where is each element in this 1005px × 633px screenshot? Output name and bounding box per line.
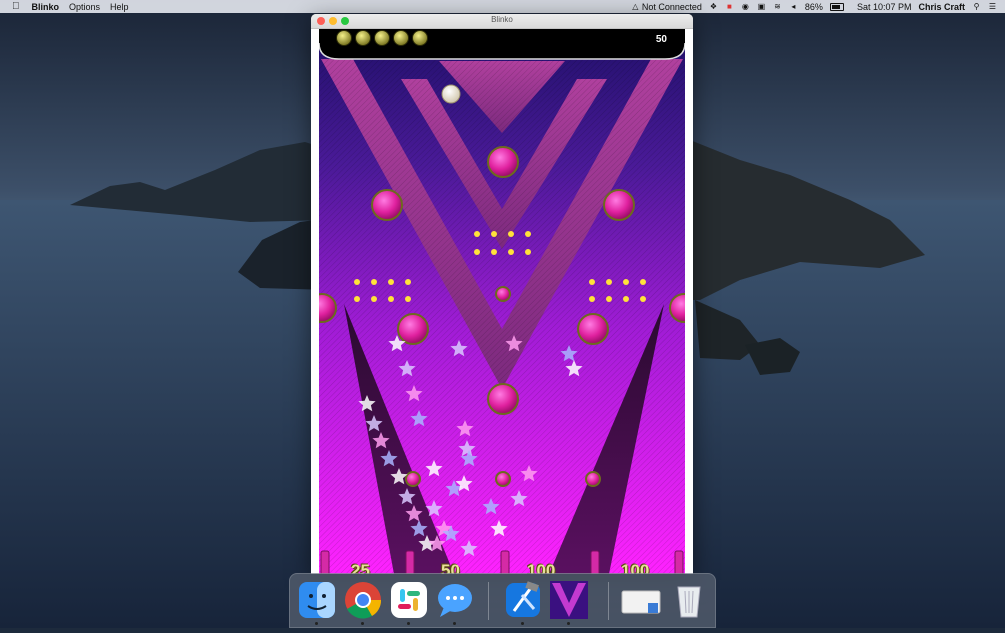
dock bbox=[289, 573, 716, 628]
life-ball-icon bbox=[355, 30, 371, 46]
life-ball-icon bbox=[336, 30, 352, 46]
peg bbox=[495, 471, 511, 487]
trash-icon[interactable] bbox=[668, 579, 710, 621]
menu-bar:  Blinko Options Help △ Not Connected ❖ … bbox=[0, 0, 1005, 13]
ball bbox=[441, 84, 461, 104]
menu-help[interactable]: Help bbox=[110, 2, 129, 12]
shield-icon[interactable]: ◉ bbox=[741, 2, 750, 11]
clock[interactable]: Sat 10:07 PM bbox=[857, 2, 912, 12]
control-center-icon[interactable]: ☰ bbox=[988, 2, 997, 11]
battery-icon[interactable] bbox=[829, 2, 844, 11]
title-bar[interactable]: Blinko bbox=[311, 14, 693, 29]
network-status[interactable]: Not Connected bbox=[642, 2, 702, 12]
volume-icon[interactable]: ◂ bbox=[789, 2, 798, 11]
peg bbox=[577, 313, 609, 345]
blinko-icon[interactable] bbox=[548, 579, 590, 625]
score-display: 50 bbox=[655, 34, 667, 45]
peg bbox=[487, 146, 519, 178]
blinko-window: Blinko 50 25 50 100 100 bbox=[311, 14, 693, 574]
hud-bar bbox=[319, 29, 685, 59]
document-icon[interactable] bbox=[620, 579, 662, 621]
life-ball-icon bbox=[412, 30, 428, 46]
dock-separator bbox=[488, 582, 489, 620]
wifi-icon[interactable]: ≋ bbox=[773, 2, 782, 11]
slack-icon[interactable] bbox=[388, 579, 430, 625]
game-board[interactable]: 50 25 50 100 100 bbox=[319, 29, 685, 574]
search-icon[interactable]: ⚲ bbox=[972, 2, 981, 11]
life-ball-icon bbox=[393, 30, 409, 46]
xcode-icon[interactable] bbox=[502, 579, 544, 625]
peg bbox=[371, 189, 403, 221]
peg bbox=[405, 471, 421, 487]
menu-options[interactable]: Options bbox=[69, 2, 100, 12]
dropbox-icon[interactable]: ❖ bbox=[709, 2, 718, 11]
peg bbox=[487, 383, 519, 415]
peg bbox=[585, 471, 601, 487]
game-canvas[interactable] bbox=[319, 29, 685, 574]
colorful-tool-icon[interactable]: ■ bbox=[725, 2, 734, 11]
app-menu[interactable]: Blinko bbox=[32, 2, 60, 12]
screen-icon[interactable]: ▣ bbox=[757, 2, 766, 11]
peg bbox=[495, 286, 511, 302]
battery-percent[interactable]: 86% bbox=[805, 2, 823, 12]
finder-icon[interactable] bbox=[296, 579, 338, 625]
peg bbox=[397, 313, 429, 345]
user-name[interactable]: Chris Craft bbox=[918, 2, 965, 12]
chrome-icon[interactable] bbox=[342, 579, 384, 625]
peg bbox=[603, 189, 635, 221]
apple-menu-icon[interactable]:  bbox=[12, 1, 20, 12]
life-ball-icon bbox=[374, 30, 390, 46]
messages-icon[interactable] bbox=[434, 579, 476, 625]
dock-separator bbox=[608, 582, 609, 620]
warning-icon[interactable]: △ bbox=[631, 2, 640, 11]
window-title: Blinko bbox=[491, 15, 513, 24]
